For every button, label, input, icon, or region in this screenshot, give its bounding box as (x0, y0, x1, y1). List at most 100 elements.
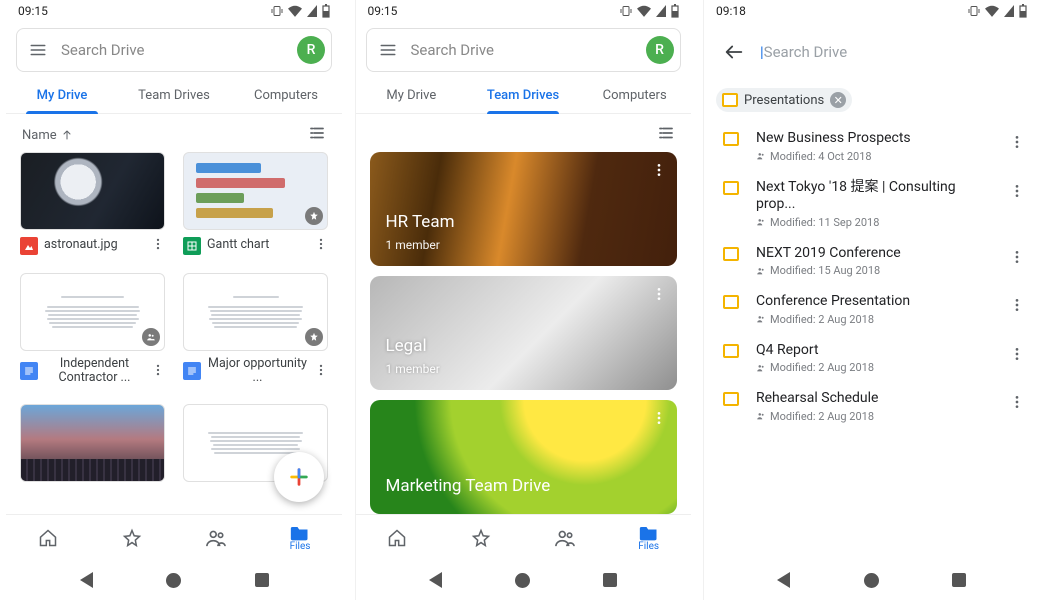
file-item[interactable]: astronaut.jpg (20, 152, 165, 255)
vibrate-icon (620, 5, 632, 17)
tab-team-drives[interactable]: Team Drives (467, 78, 579, 113)
result-meta: Modified: 2 Aug 2018 (756, 313, 997, 326)
nav-home[interactable] (6, 528, 90, 548)
more-icon[interactable] (1009, 179, 1025, 203)
tab-my-drive[interactable]: My Drive (356, 78, 468, 113)
list-view-icon[interactable] (308, 124, 326, 146)
file-thumbnail (20, 273, 165, 351)
file-name: Major opportunity ... (207, 357, 308, 386)
shared-icon (756, 363, 766, 373)
star-badge-icon (305, 207, 323, 225)
result-meta: Modified: 2 Aug 2018 (756, 361, 997, 374)
search-bar[interactable]: Search Drive R (366, 28, 681, 72)
drive-members: 1 member (386, 238, 661, 252)
fab-new[interactable] (274, 452, 324, 502)
result-row[interactable]: Next Tokyo '18 提案 | Consulting prop... M… (716, 171, 1027, 237)
shared-icon (756, 151, 766, 161)
search-placeholder: Search Drive (764, 43, 848, 61)
result-row[interactable]: Rehearsal Schedule Modified: 2 Aug 2018 (716, 382, 1027, 431)
home-button[interactable] (515, 573, 530, 588)
filter-chip-presentations[interactable]: Presentations ✕ (716, 88, 852, 112)
result-meta: Modified: 4 Oct 2018 (756, 150, 997, 163)
team-drive-card[interactable]: Marketing Team Drive (370, 400, 677, 514)
account-avatar[interactable]: R (646, 36, 674, 64)
nav-files[interactable]: Files (258, 523, 342, 552)
tab-computers[interactable]: Computers (579, 78, 691, 113)
result-title: New Business Prospects (756, 130, 997, 148)
sort-label: Name (22, 128, 57, 143)
tab-my-drive[interactable]: My Drive (6, 78, 118, 113)
search-input[interactable]: |Search Drive (760, 43, 1011, 61)
search-bar-active[interactable]: |Search Drive (714, 28, 1029, 76)
more-icon[interactable] (151, 362, 165, 381)
nav-files-label: Files (638, 541, 659, 552)
more-icon[interactable] (651, 410, 667, 430)
nav-shared[interactable] (174, 528, 258, 548)
list-view-icon[interactable] (657, 124, 675, 146)
back-button[interactable] (777, 572, 790, 588)
tab-team-drives[interactable]: Team Drives (118, 78, 230, 113)
nav-files[interactable]: Files (607, 523, 691, 552)
more-icon[interactable] (651, 286, 667, 306)
file-thumbnail (183, 273, 328, 351)
back-button[interactable] (429, 572, 442, 588)
sort-row: Name (6, 114, 342, 152)
more-icon[interactable] (314, 236, 328, 255)
search-bar[interactable]: Search Drive R (16, 28, 332, 72)
close-icon[interactable]: ✕ (830, 92, 846, 108)
sort-button[interactable]: Name (22, 128, 73, 143)
slides-icon (718, 179, 744, 195)
battery-icon (671, 4, 679, 18)
nav-starred[interactable] (90, 528, 174, 548)
shared-badge-icon (142, 328, 160, 346)
result-row[interactable]: Conference Presentation Modified: 2 Aug … (716, 285, 1027, 334)
home-button[interactable] (864, 573, 879, 588)
file-item[interactable]: Gantt chart (183, 152, 328, 255)
drive-title: Legal (386, 336, 661, 356)
system-nav (356, 560, 691, 600)
drive-title: HR Team (386, 212, 661, 232)
battery-icon (322, 4, 330, 18)
slides-icon (718, 245, 744, 261)
menu-icon[interactable] (27, 39, 49, 61)
file-item[interactable]: Independent Contractor ... (20, 273, 165, 386)
team-drive-card[interactable]: HR Team 1 member (370, 152, 677, 266)
more-icon[interactable] (1009, 245, 1025, 269)
status-bar: 09:15 (6, 0, 342, 22)
slides-icon (722, 93, 738, 107)
shared-icon (554, 528, 576, 548)
home-button[interactable] (166, 573, 181, 588)
more-icon[interactable] (1009, 390, 1025, 414)
team-drive-card[interactable]: Legal 1 member (370, 276, 677, 390)
star-badge-icon (305, 328, 323, 346)
more-icon[interactable] (1009, 130, 1025, 154)
nav-shared[interactable] (523, 528, 607, 548)
status-icons (271, 4, 330, 18)
menu-icon[interactable] (377, 39, 399, 61)
result-title: Rehearsal Schedule (756, 390, 997, 408)
more-icon[interactable] (1009, 293, 1025, 317)
result-meta: Modified: 15 Aug 2018 (756, 264, 997, 277)
nav-home[interactable] (356, 528, 440, 548)
account-avatar[interactable]: R (297, 36, 325, 64)
more-icon[interactable] (1009, 342, 1025, 366)
recents-button[interactable] (255, 573, 269, 587)
more-icon[interactable] (151, 236, 165, 255)
tab-computers[interactable]: Computers (230, 78, 342, 113)
filter-chips: Presentations ✕ (704, 82, 1039, 122)
home-icon (387, 528, 407, 548)
recents-button[interactable] (603, 573, 617, 587)
more-icon[interactable] (651, 162, 667, 182)
back-icon[interactable] (720, 41, 748, 63)
more-icon[interactable] (314, 362, 328, 381)
nav-starred[interactable] (439, 528, 523, 548)
result-row[interactable]: New Business Prospects Modified: 4 Oct 2… (716, 122, 1027, 171)
recents-button[interactable] (952, 573, 966, 587)
result-row[interactable]: NEXT 2019 Conference Modified: 15 Aug 20… (716, 237, 1027, 286)
file-item[interactable]: Major opportunity ... (183, 273, 328, 386)
file-item[interactable]: Next Tokyo '18 (20, 404, 165, 482)
result-row[interactable]: Q4 Report Modified: 2 Aug 2018 (716, 334, 1027, 383)
back-button[interactable] (80, 572, 93, 588)
shared-icon (205, 528, 227, 548)
shared-icon (756, 411, 766, 421)
